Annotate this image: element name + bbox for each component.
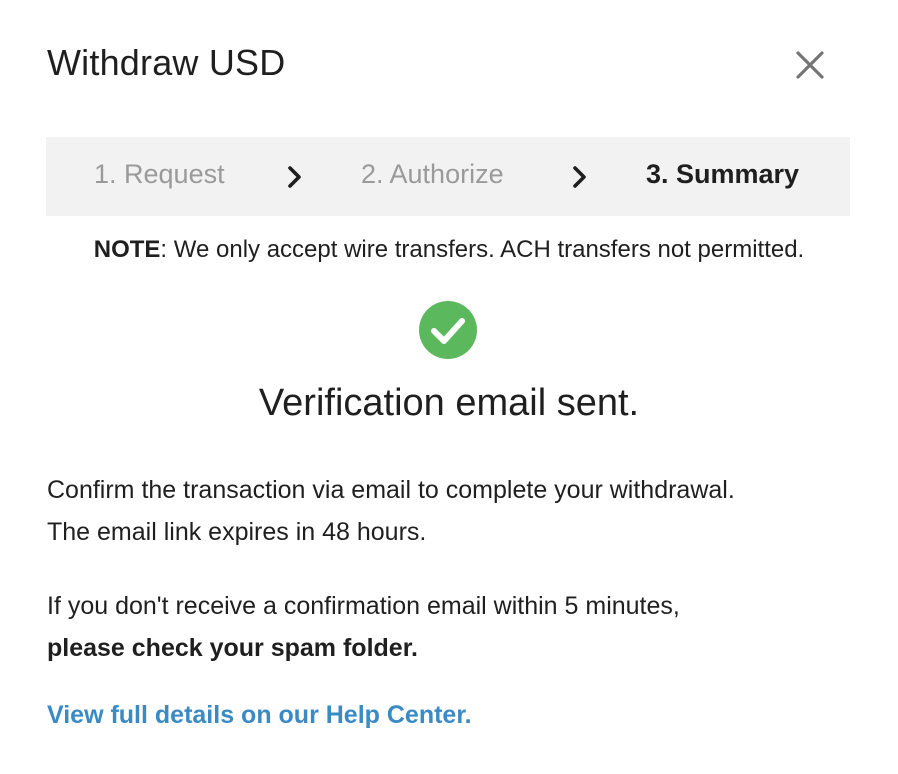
expiry-line: The email link expires in 48 hours. bbox=[47, 518, 427, 546]
confirm-line: Confirm the transaction via email to com… bbox=[47, 476, 735, 504]
note-text: : We only accept wire transfers. ACH tra… bbox=[160, 236, 805, 263]
spam-instructions: If you don't receive a confirmation emai… bbox=[47, 585, 867, 669]
no-email-line: If you don't receive a confirmation emai… bbox=[47, 592, 680, 620]
step-summary: 3. Summary bbox=[646, 159, 800, 189]
spam-folder-line: please check your spam folder. bbox=[47, 634, 418, 662]
check-circle-icon bbox=[419, 301, 477, 359]
note-prefix: NOTE bbox=[93, 236, 161, 263]
withdraw-dialog: Withdraw USD 1. Request 2. Authorize 3. … bbox=[0, 0, 898, 774]
step-request: 1. Request bbox=[94, 159, 225, 189]
chevron-right-icon bbox=[573, 166, 586, 188]
dialog-title: Withdraw USD bbox=[47, 42, 286, 83]
confirm-instructions: Confirm the transaction via email to com… bbox=[47, 469, 867, 553]
chevron-right-icon bbox=[288, 166, 301, 188]
status-headline: Verification email sent. bbox=[258, 382, 640, 424]
withdraw-stepper: 1. Request 2. Authorize 3. Summary bbox=[46, 137, 850, 216]
help-center-link[interactable]: View full details on our Help Center. bbox=[47, 701, 472, 730]
step-authorize: 2. Authorize bbox=[361, 159, 504, 189]
wire-transfer-note: NOTE: We only accept wire transfers. ACH… bbox=[0, 236, 898, 264]
close-button[interactable] bbox=[790, 45, 830, 85]
close-icon bbox=[796, 51, 824, 79]
